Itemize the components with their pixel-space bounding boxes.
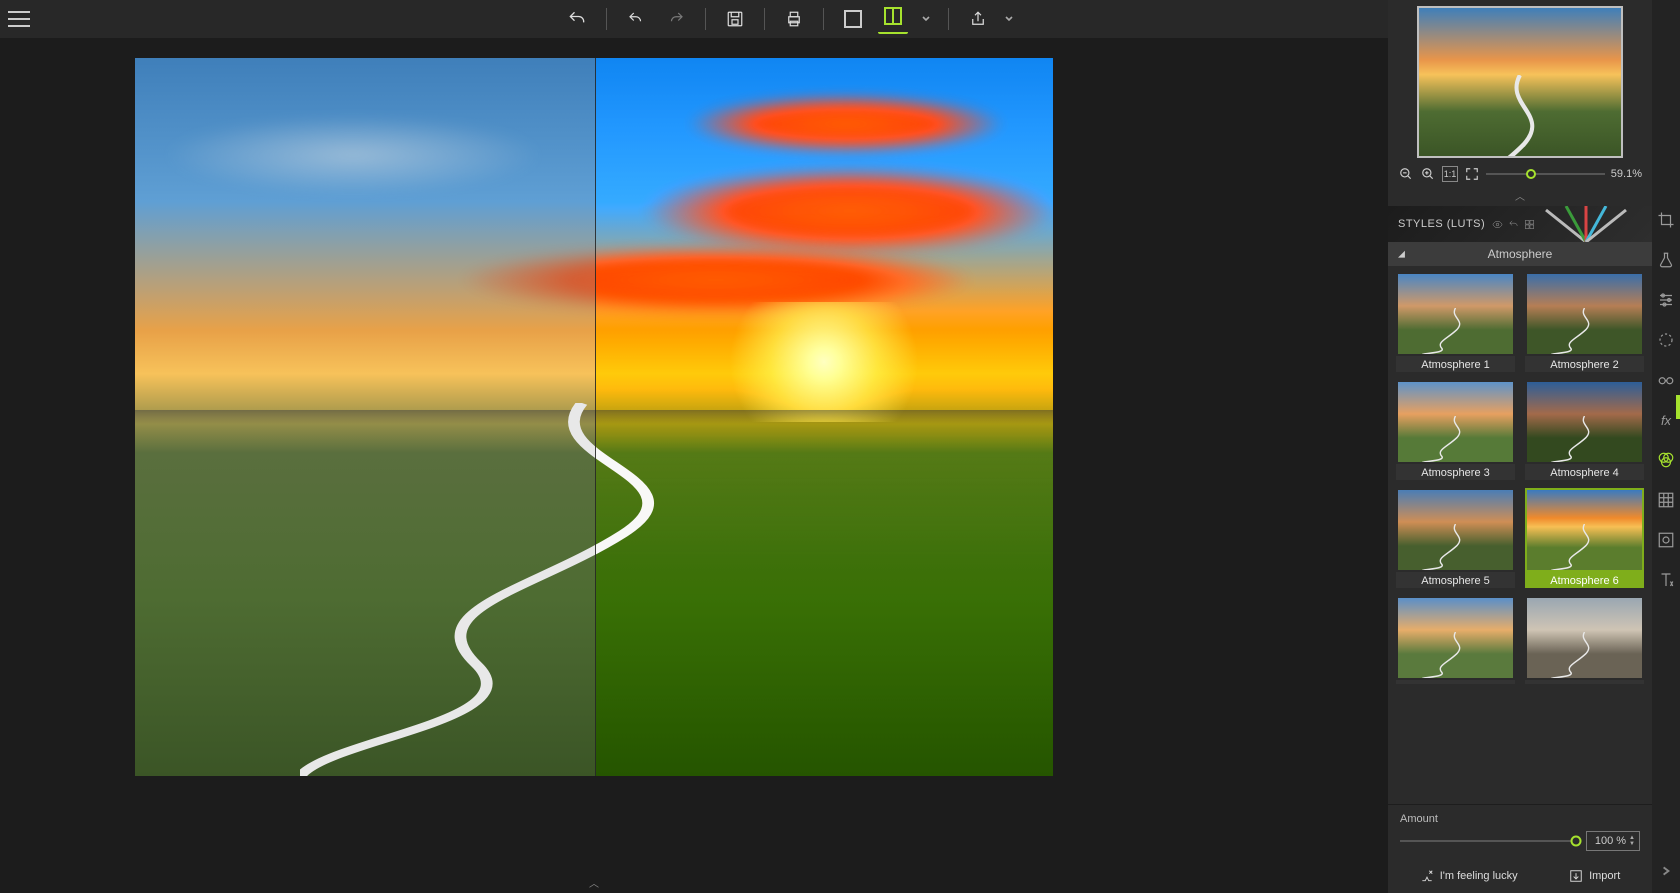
amount-value-box[interactable]: 100 % ▲▼ bbox=[1586, 831, 1640, 851]
print-button[interactable] bbox=[779, 4, 809, 34]
selection-tool-icon[interactable] bbox=[1656, 330, 1676, 350]
luts-tool-icon[interactable] bbox=[1656, 450, 1676, 470]
zoom-1to1-icon[interactable]: 1:1 bbox=[1442, 166, 1458, 182]
styles-reset-icon[interactable] bbox=[1507, 218, 1519, 230]
preset-5[interactable]: Atmosphere 5 bbox=[1396, 488, 1515, 588]
view-single-button[interactable] bbox=[838, 4, 868, 34]
preset-actions: I'm feeling lucky Import bbox=[1388, 861, 1652, 893]
preset-label: Atmosphere 4 bbox=[1525, 464, 1644, 480]
preset-4[interactable]: Atmosphere 4 bbox=[1525, 380, 1644, 480]
amount-value: 100 % bbox=[1595, 835, 1626, 847]
amount-spinner[interactable]: ▲▼ bbox=[1629, 835, 1635, 847]
work-area: ︿ bbox=[0, 38, 1188, 893]
share-button[interactable] bbox=[963, 4, 993, 34]
fx-tool-icon[interactable]: fx bbox=[1656, 410, 1676, 430]
image-canvas[interactable] bbox=[135, 58, 1053, 776]
amount-slider[interactable] bbox=[1400, 840, 1576, 842]
tool-strip: fx bbox=[1652, 0, 1680, 893]
crop-tool-icon[interactable] bbox=[1656, 210, 1676, 230]
zoom-value: 59.1% bbox=[1611, 168, 1642, 180]
preset-8[interactable] bbox=[1525, 596, 1644, 684]
sliders-tool-icon[interactable] bbox=[1656, 290, 1676, 310]
preset-list: Atmosphere 1 Atmosphere 2 Atmosphere 3 Atmo… bbox=[1388, 266, 1652, 804]
save-button[interactable] bbox=[720, 4, 750, 34]
preset-label: Atmosphere 5 bbox=[1396, 572, 1515, 588]
glasses-tool-icon[interactable] bbox=[1656, 370, 1676, 390]
frame-tool-icon[interactable] bbox=[1656, 530, 1676, 550]
view-split-button[interactable] bbox=[878, 4, 908, 34]
active-tool-indicator bbox=[1676, 395, 1680, 419]
preset-label bbox=[1525, 680, 1644, 684]
navigator-collapse-icon[interactable]: ︿ bbox=[1388, 188, 1652, 206]
text-tool-icon[interactable] bbox=[1656, 570, 1676, 590]
zoom-out-icon[interactable] bbox=[1398, 166, 1414, 182]
preset-1[interactable]: Atmosphere 1 bbox=[1396, 272, 1515, 372]
separator bbox=[823, 8, 824, 30]
feeling-lucky-label: I'm feeling lucky bbox=[1440, 870, 1518, 882]
zoom-controls: 1:1 59.1% bbox=[1388, 162, 1652, 188]
import-label: Import bbox=[1589, 870, 1620, 882]
expand-strip-icon[interactable] bbox=[1656, 861, 1676, 881]
preset-7[interactable] bbox=[1396, 596, 1515, 684]
separator bbox=[764, 8, 765, 30]
zoom-in-icon[interactable] bbox=[1420, 166, 1436, 182]
canvas-expand-icon[interactable]: ︿ bbox=[589, 875, 599, 890]
right-panel: 1:1 59.1% ︿ STYLES (LUTS) ◢ Atmosphere A… bbox=[1388, 0, 1652, 893]
category-collapse-icon[interactable]: ◢ bbox=[1398, 249, 1405, 260]
zoom-slider[interactable] bbox=[1486, 173, 1605, 175]
separator bbox=[606, 8, 607, 30]
pencils-decoration bbox=[1526, 206, 1646, 242]
styles-panel-header[interactable]: STYLES (LUTS) bbox=[1388, 206, 1652, 242]
feeling-lucky-button[interactable]: I'm feeling lucky bbox=[1420, 869, 1518, 883]
undo-button[interactable] bbox=[562, 4, 592, 34]
menu-button[interactable] bbox=[8, 11, 30, 27]
preset-label: Atmosphere 6 bbox=[1525, 572, 1644, 588]
split-divider[interactable] bbox=[595, 58, 596, 776]
preset-label: Atmosphere 3 bbox=[1396, 464, 1515, 480]
preset-label: Atmosphere 2 bbox=[1525, 356, 1644, 372]
toolbar-center bbox=[562, 4, 1015, 34]
amount-section: Amount 100 % ▲▼ bbox=[1388, 804, 1652, 861]
redo-step-button[interactable] bbox=[661, 4, 691, 34]
navigator-thumbnail[interactable] bbox=[1417, 6, 1623, 158]
preset-2[interactable]: Atmosphere 2 bbox=[1525, 272, 1644, 372]
undo-step-button[interactable] bbox=[621, 4, 651, 34]
styles-panel-title: STYLES (LUTS) bbox=[1398, 218, 1485, 230]
preset-label: Atmosphere 1 bbox=[1396, 356, 1515, 372]
grid-tool-icon[interactable] bbox=[1656, 490, 1676, 510]
preset-category-bar[interactable]: ◢ Atmosphere bbox=[1388, 242, 1652, 266]
view-dropdown[interactable] bbox=[918, 4, 934, 34]
separator bbox=[705, 8, 706, 30]
preset-3[interactable]: Atmosphere 3 bbox=[1396, 380, 1515, 480]
lab-tool-icon[interactable] bbox=[1656, 250, 1676, 270]
amount-label: Amount bbox=[1400, 813, 1640, 825]
share-dropdown[interactable] bbox=[1003, 4, 1015, 34]
styles-visibility-icon[interactable] bbox=[1491, 218, 1503, 230]
separator bbox=[948, 8, 949, 30]
preset-category-label: Atmosphere bbox=[1488, 247, 1553, 261]
preset-label bbox=[1396, 680, 1515, 684]
preset-6[interactable]: Atmosphere 6 bbox=[1525, 488, 1644, 588]
import-button[interactable]: Import bbox=[1569, 869, 1620, 883]
zoom-fit-icon[interactable] bbox=[1464, 166, 1480, 182]
